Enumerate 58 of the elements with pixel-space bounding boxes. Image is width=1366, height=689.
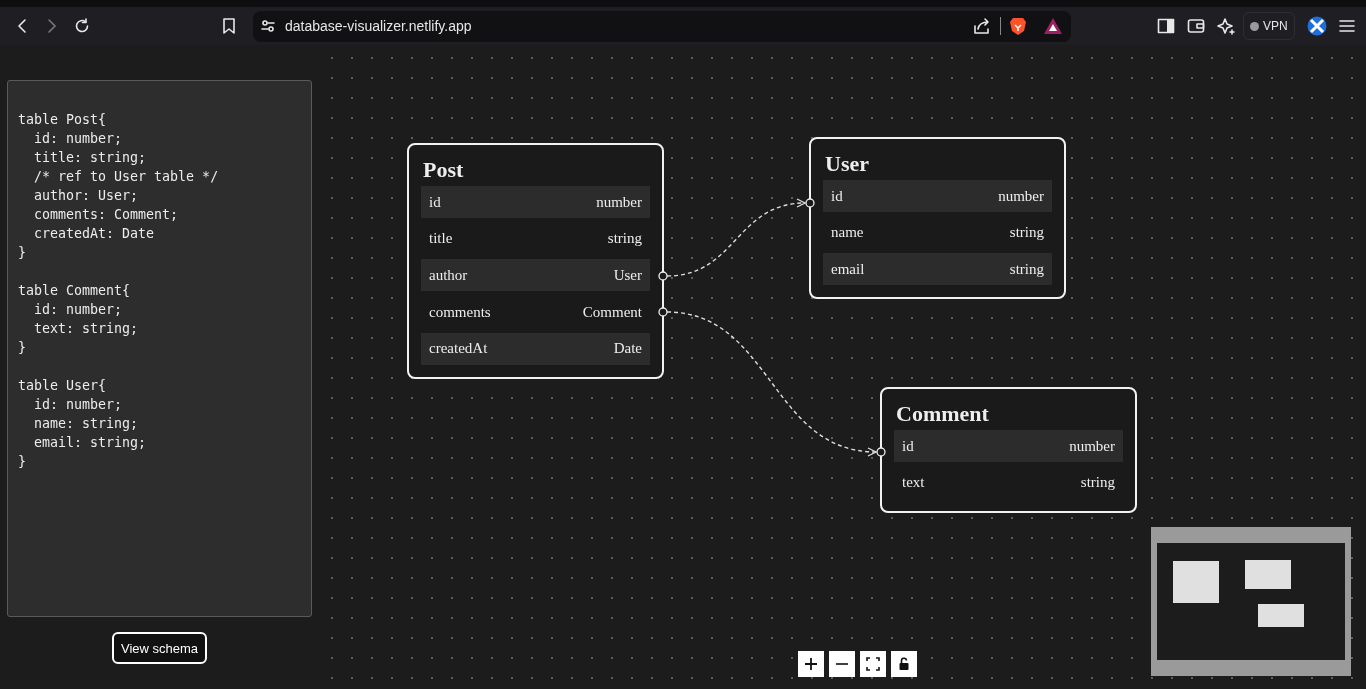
minimap[interactable]	[1151, 527, 1351, 676]
field-type: Comment	[582, 303, 642, 321]
vpn-button[interactable]: VPN	[1243, 12, 1295, 40]
fit-view-button[interactable]	[860, 651, 886, 677]
field-name: title	[429, 230, 453, 248]
profile-icon[interactable]	[1306, 16, 1327, 36]
connection-handle[interactable]	[658, 307, 668, 317]
field-type: string	[1080, 474, 1115, 492]
fit-view-icon	[866, 657, 880, 671]
lock-button[interactable]	[891, 651, 917, 677]
bookmark-icon[interactable]	[221, 17, 237, 35]
field-name: text	[902, 474, 925, 492]
minimap-node	[1245, 560, 1291, 589]
minimap-node	[1173, 561, 1219, 603]
table-node[interactable]: Post id number title string author User comments Comment createdAt Date	[407, 143, 664, 379]
lion-icon[interactable]	[1009, 16, 1027, 36]
field-type: string	[1009, 224, 1044, 242]
field-type: string	[1009, 260, 1044, 278]
table-node[interactable]: User id number name string email string	[809, 137, 1066, 300]
sparkle-icon[interactable]	[1217, 17, 1235, 35]
share-icon[interactable]	[972, 17, 992, 35]
field-name: comments	[429, 303, 491, 321]
field-name: createdAt	[429, 340, 488, 358]
field-name: email	[831, 260, 865, 278]
view-schema-button[interactable]: View schema	[111, 632, 208, 664]
schema-code-editor[interactable]: table Post{ id: number; title: string; /* ref to User table */ author: User; comments: Comment; createdAt: Date } table Comment{ id: number; text: string; } table User{ id: number; name: string; email: string; }	[7, 80, 312, 617]
field-name: id	[429, 193, 441, 211]
address-bar[interactable]: database-visualizer.netlify.app	[253, 10, 1071, 42]
table-title: Comment	[896, 400, 989, 428]
url-text: database-visualizer.netlify.app	[285, 18, 473, 34]
field-name: author	[429, 266, 468, 284]
sidebar-icon[interactable]	[1157, 18, 1175, 34]
wallet-icon[interactable]	[1187, 18, 1205, 34]
field-type: number	[998, 187, 1044, 205]
connection-handle[interactable]	[876, 447, 886, 457]
minimap-node	[1258, 604, 1304, 627]
zoom-in-button[interactable]	[798, 651, 824, 677]
status-dot-icon	[1250, 21, 1259, 31]
plus-icon	[804, 657, 818, 671]
table-title: User	[825, 150, 869, 178]
table-node[interactable]: Comment id number text string	[880, 387, 1137, 513]
field-name: id	[902, 437, 914, 455]
field-name: name	[831, 224, 864, 242]
field-type: User	[613, 266, 642, 284]
field-type: number	[596, 193, 642, 211]
site-settings-icon[interactable]	[260, 18, 276, 34]
field-type: Date	[613, 340, 642, 358]
zoom-out-button[interactable]	[829, 651, 855, 677]
reload-icon[interactable]	[73, 17, 91, 35]
field-type: number	[1069, 437, 1115, 455]
connection-handle[interactable]	[805, 198, 815, 208]
connection-handle[interactable]	[658, 271, 668, 281]
menu-icon[interactable]	[1338, 19, 1355, 33]
field-type: string	[607, 230, 642, 248]
triangle-icon[interactable]	[1043, 17, 1063, 35]
field-name: id	[831, 187, 843, 205]
lock-icon	[898, 657, 910, 671]
table-title: Post	[423, 156, 464, 184]
